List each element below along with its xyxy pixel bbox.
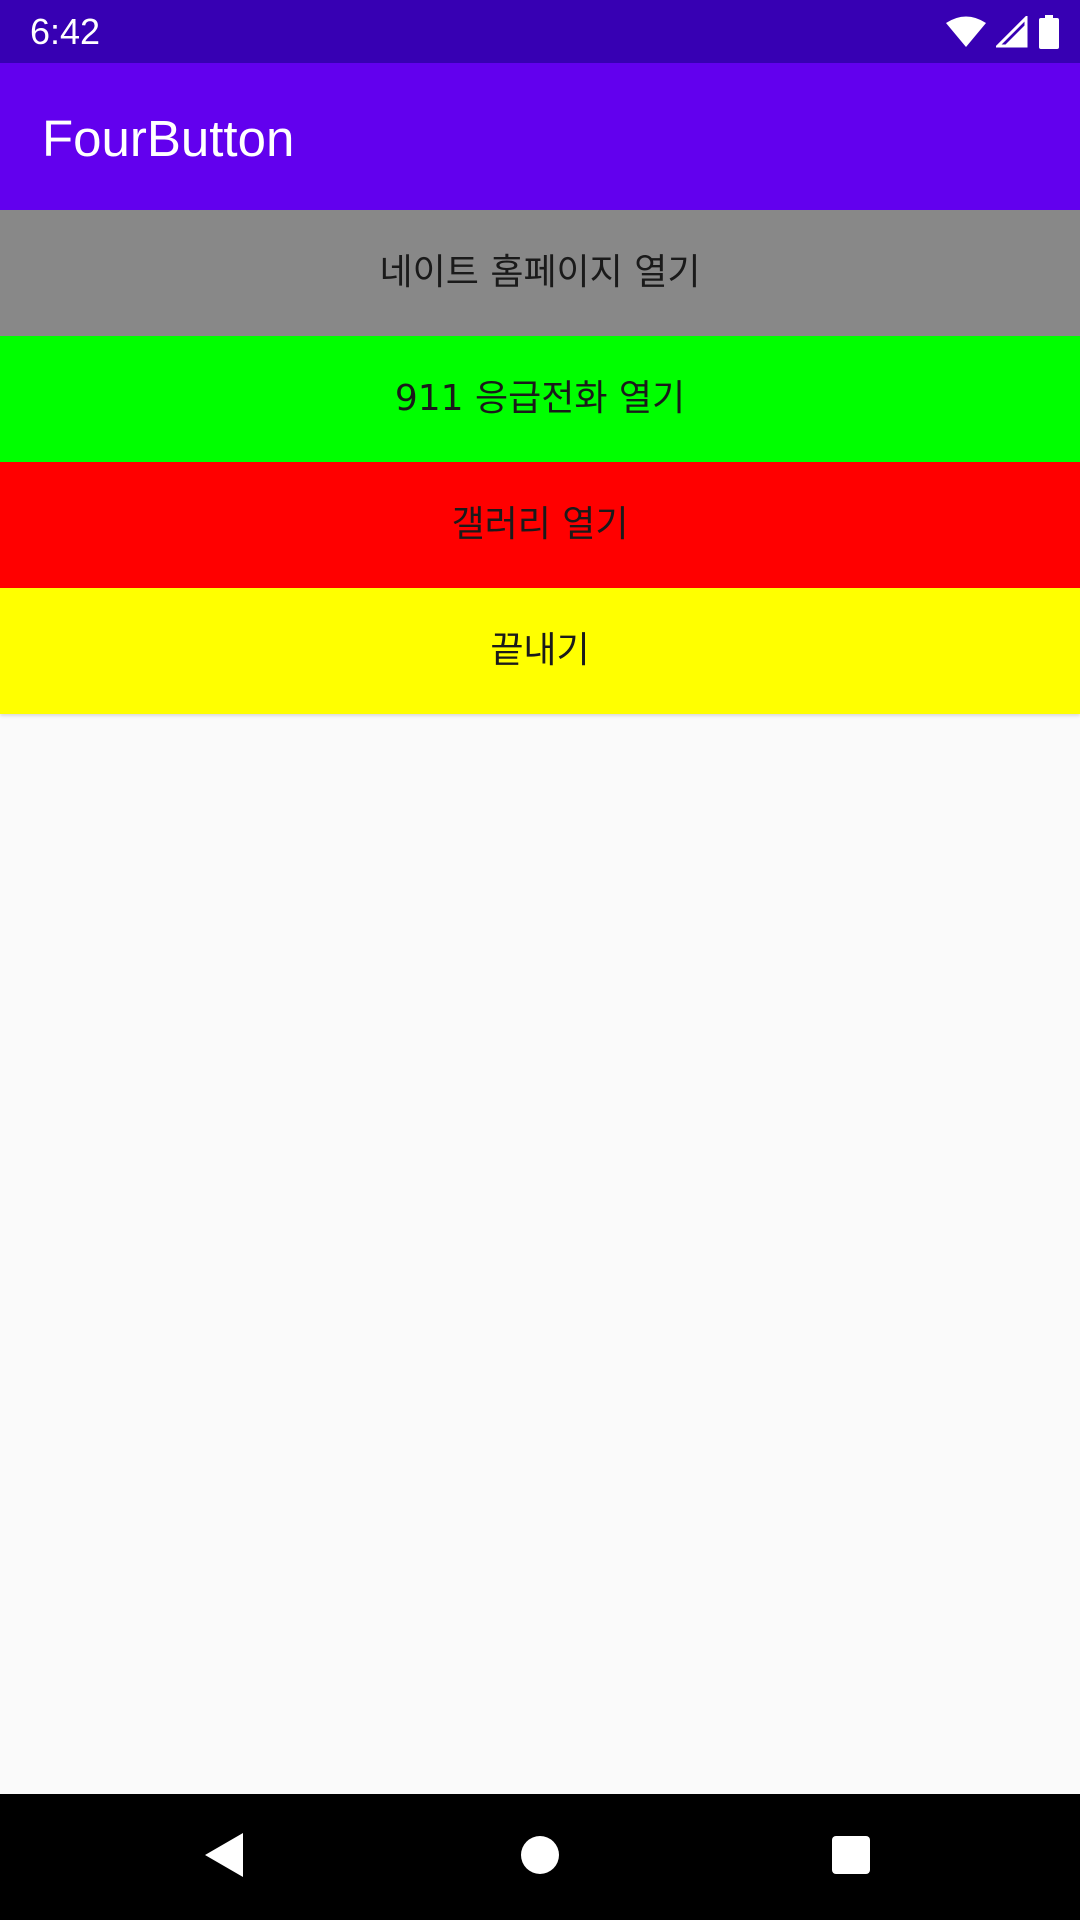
navigation-bar xyxy=(0,1794,1080,1920)
recents-button[interactable] xyxy=(821,1827,881,1887)
status-time: 6:42 xyxy=(30,11,101,52)
cell-signal-icon xyxy=(996,16,1028,48)
status-bar: 6:42 xyxy=(0,0,1080,63)
back-icon xyxy=(203,1831,247,1883)
home-icon xyxy=(520,1835,560,1879)
open-gallery-button[interactable]: 갤러리 열기 xyxy=(0,462,1080,588)
exit-button[interactable]: 끝내기 xyxy=(0,588,1080,714)
app-bar: FourButton xyxy=(0,63,1080,210)
battery-icon xyxy=(1038,15,1060,49)
back-button[interactable] xyxy=(195,1827,255,1887)
recents-icon xyxy=(831,1835,871,1879)
open-nate-homepage-button[interactable]: 네이트 홈페이지 열기 xyxy=(0,210,1080,336)
screen: 6:42 FourButton 네이트 홈페이지 열기 911 응급전화 열기 … xyxy=(0,0,1080,1920)
button-list: 네이트 홈페이지 열기 911 응급전화 열기 갤러리 열기 끝내기 xyxy=(0,210,1080,714)
app-title: FourButton xyxy=(42,110,295,167)
open-911-call-button[interactable]: 911 응급전화 열기 xyxy=(0,336,1080,462)
status-icons xyxy=(946,12,1060,52)
home-button[interactable] xyxy=(510,1827,570,1887)
wifi-icon xyxy=(946,16,986,48)
